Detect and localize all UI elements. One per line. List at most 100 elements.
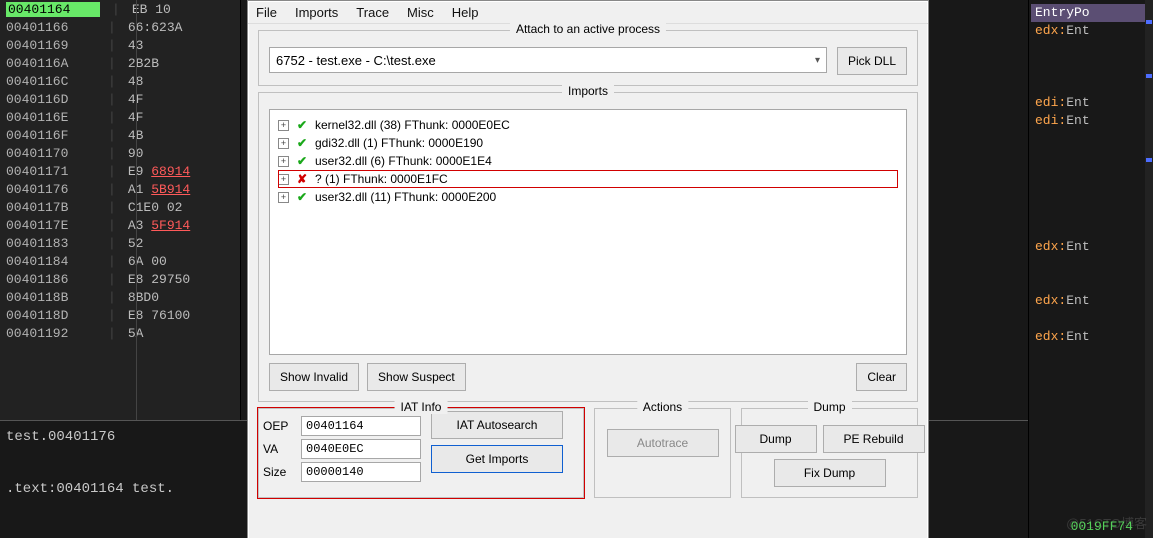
- bytes: 8BD0: [128, 290, 159, 305]
- expand-icon[interactable]: +: [278, 120, 289, 131]
- register-line: edx:Ent: [1031, 292, 1151, 310]
- disasm-row[interactable]: 00401169|43: [0, 36, 240, 54]
- chevron-down-icon: ▾: [815, 55, 820, 66]
- register-line: [1031, 58, 1151, 76]
- menu-misc[interactable]: Misc: [407, 5, 434, 20]
- bytes: E9 68914: [128, 164, 190, 179]
- register-line: [1031, 130, 1151, 148]
- menu-trace[interactable]: Trace: [356, 5, 389, 20]
- address: 0040116E: [6, 110, 96, 125]
- info-line-1: test.00401176: [0, 421, 240, 453]
- pick-dll-button[interactable]: Pick DLL: [837, 47, 907, 75]
- disasm-row[interactable]: 0040116A|2B2B: [0, 54, 240, 72]
- column-divider: [136, 0, 137, 420]
- disasm-row[interactable]: 0040116C|48: [0, 72, 240, 90]
- register-line: EntryPo: [1031, 4, 1151, 22]
- disasm-row[interactable]: 0040116F|4B: [0, 126, 240, 144]
- disasm-row[interactable]: 0040118D|E8 76100: [0, 306, 240, 324]
- iat-info-group: IAT Info OEP VA Size IAT Autosearch Get …: [258, 408, 584, 498]
- clear-button[interactable]: Clear: [856, 363, 907, 391]
- disasm-row[interactable]: 00401186|E8 29750: [0, 270, 240, 288]
- registers-pane[interactable]: EntryPoedx:Ent edi:Entedi:Ent edx:Ent ed…: [1028, 0, 1153, 538]
- imports-tree[interactable]: +✔kernel32.dll (38) FThunk: 0000E0EC+✔gd…: [269, 109, 907, 355]
- address: 00401169: [6, 38, 96, 53]
- address: 00401184: [6, 254, 96, 269]
- address: 00401183: [6, 236, 96, 251]
- info-line-2: .text:00401164 test.: [0, 473, 240, 505]
- disasm-row[interactable]: 00401166|66:623A: [0, 18, 240, 36]
- fix-dump-button[interactable]: Fix Dump: [774, 459, 886, 487]
- bytes: A1 5B914: [128, 182, 190, 197]
- process-combo[interactable]: 6752 - test.exe - C:\test.exe ▾: [269, 47, 827, 73]
- disasm-row[interactable]: 00401171|E9 68914: [0, 162, 240, 180]
- size-input[interactable]: [301, 462, 421, 482]
- cross-icon: ✘: [295, 172, 309, 186]
- expand-icon[interactable]: +: [278, 138, 289, 149]
- iat-autosearch-button[interactable]: IAT Autosearch: [431, 411, 563, 439]
- module-label: user32.dll (6) FThunk: 0000E1E4: [315, 154, 492, 168]
- imports-title: Imports: [562, 84, 614, 98]
- menu-imports[interactable]: Imports: [295, 5, 338, 20]
- address: 00401192: [6, 326, 96, 341]
- disasm-row[interactable]: 00401170|90: [0, 144, 240, 162]
- module-label: gdi32.dll (1) FThunk: 0000E190: [315, 136, 483, 150]
- register-line: [1031, 274, 1151, 292]
- register-line: [1031, 202, 1151, 220]
- disasm-row[interactable]: 00401183|52: [0, 234, 240, 252]
- dump-button[interactable]: Dump: [735, 425, 817, 453]
- disasm-row[interactable]: 00401184|6A 00: [0, 252, 240, 270]
- scrollbar[interactable]: [1145, 0, 1153, 538]
- expand-icon[interactable]: +: [278, 156, 289, 167]
- scylla-dialog: File Imports Trace Misc Help Attach to a…: [247, 0, 929, 538]
- disasm-row[interactable]: 0040118B|8BD0: [0, 288, 240, 306]
- menu-file[interactable]: File: [256, 5, 277, 20]
- register-line: [1031, 40, 1151, 58]
- import-module[interactable]: +✔gdi32.dll (1) FThunk: 0000E190: [278, 134, 898, 152]
- address: 00401164: [6, 2, 100, 17]
- attach-group: Attach to an active process 6752 - test.…: [258, 30, 918, 86]
- va-label: VA: [263, 442, 293, 456]
- va-input[interactable]: [301, 439, 421, 459]
- actions-group: Actions Autotrace: [594, 408, 731, 498]
- register-line: [1031, 220, 1151, 238]
- imports-group: Imports +✔kernel32.dll (38) FThunk: 0000…: [258, 92, 918, 402]
- expand-icon[interactable]: +: [278, 192, 289, 203]
- disasm-row[interactable]: 00401192|5A: [0, 324, 240, 342]
- address: 00401186: [6, 272, 96, 287]
- menu-help[interactable]: Help: [452, 5, 479, 20]
- disasm-row[interactable]: 0040116D|4F: [0, 90, 240, 108]
- import-module[interactable]: + ✔ user32.dll (11) FThunk: 0000E200: [278, 188, 898, 206]
- show-suspect-button[interactable]: Show Suspect: [367, 363, 466, 391]
- bytes: E8 76100: [128, 308, 190, 323]
- register-line: [1031, 346, 1151, 364]
- disasm-row[interactable]: 0040116E|4F: [0, 108, 240, 126]
- check-icon: ✔: [295, 190, 309, 204]
- bytes: E8 29750: [128, 272, 190, 287]
- register-line: [1031, 364, 1151, 382]
- get-imports-button[interactable]: Get Imports: [431, 445, 563, 473]
- register-line: [1031, 310, 1151, 328]
- expand-icon[interactable]: +: [278, 174, 289, 185]
- address: 00401166: [6, 20, 96, 35]
- check-icon: ✔: [295, 118, 309, 132]
- disasm-row[interactable]: 0040117E|A3 5F914: [0, 216, 240, 234]
- oep-input[interactable]: [301, 416, 421, 436]
- bytes: 6A 00: [128, 254, 167, 269]
- disasm-row[interactable]: 00401176|A1 5B914: [0, 180, 240, 198]
- address: 0040116F: [6, 128, 96, 143]
- import-module[interactable]: +✔user32.dll (6) FThunk: 0000E1E4: [278, 152, 898, 170]
- import-module[interactable]: +✘? (1) FThunk: 0000E1FC: [278, 170, 898, 188]
- register-line: edx:Ent: [1031, 238, 1151, 256]
- register-line: [1031, 184, 1151, 202]
- disassembly-pane[interactable]: 00401164|EB 1000401166|66:623A00401169|4…: [0, 0, 241, 420]
- register-line: edx:Ent: [1031, 22, 1151, 40]
- show-invalid-button[interactable]: Show Invalid: [269, 363, 359, 391]
- dump-title: Dump: [807, 400, 851, 414]
- disasm-row[interactable]: 00401164|EB 10: [0, 0, 240, 18]
- address: 0040116C: [6, 74, 96, 89]
- disasm-row[interactable]: 0040117B|C1E0 02: [0, 198, 240, 216]
- import-module[interactable]: +✔kernel32.dll (38) FThunk: 0000E0EC: [278, 116, 898, 134]
- module-label: user32.dll (11) FThunk: 0000E200: [315, 190, 496, 204]
- address: 0040116D: [6, 92, 96, 107]
- pe-rebuild-button[interactable]: PE Rebuild: [823, 425, 925, 453]
